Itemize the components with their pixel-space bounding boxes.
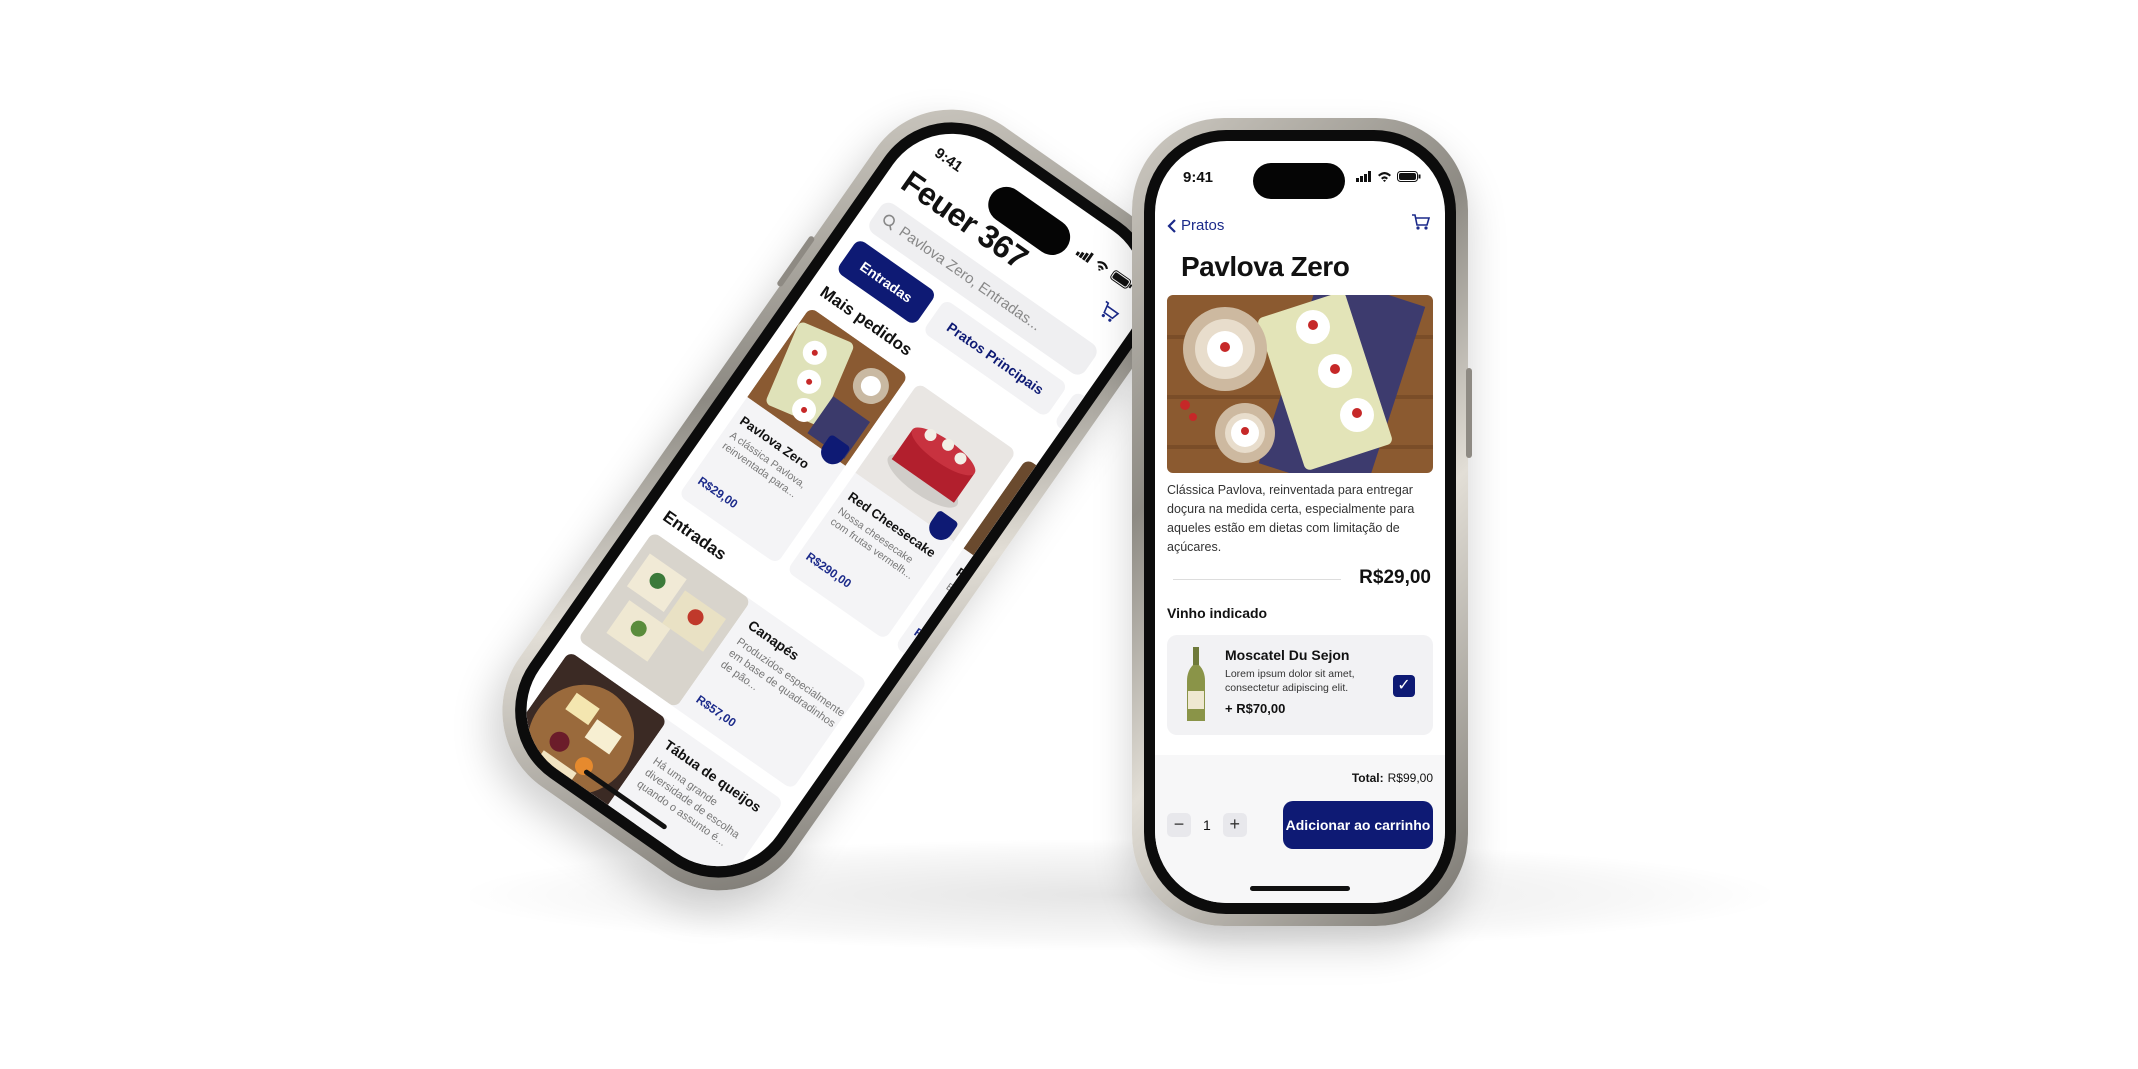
wine-suggestion-card[interactable]: Moscatel Du Sejon Lorem ipsum dolor sit … bbox=[1167, 635, 1433, 735]
wine-name: Moscatel Du Sejon bbox=[1225, 647, 1350, 663]
power-button bbox=[1466, 368, 1472, 458]
back-label: Pratos bbox=[1181, 217, 1225, 234]
increase-button[interactable]: + bbox=[1222, 813, 1247, 837]
checkout-bar: Total: R$99,00 − 1 + Adicionar ao carrinh… bbox=[1155, 755, 1445, 903]
dish-description: Clássica Pavlova, reinventada para entre… bbox=[1167, 483, 1415, 554]
phone-detail: 9:41 Pratos Pavlova Zero Clássica Pavlov… bbox=[1132, 118, 1472, 926]
cart-icon[interactable] bbox=[1096, 299, 1123, 325]
battery-icon bbox=[1397, 171, 1421, 182]
bookmark-icon[interactable] bbox=[1032, 585, 1068, 621]
phone-menu: 9:41 Feuer 367 Pavlova Zero, Entradas...… bbox=[466, 73, 1204, 927]
wine-price: + R$70,00 bbox=[1225, 701, 1286, 716]
phone-bezel: 9:41 Pratos Pavlova Zero Clássica Pavlov… bbox=[1144, 130, 1456, 914]
dynamic-island bbox=[1253, 163, 1345, 199]
dish-name: Pão e m bbox=[953, 564, 1003, 606]
total-label: Total: bbox=[1351, 771, 1384, 785]
signal-icon bbox=[1075, 251, 1094, 264]
detail-screen: 9:41 Pratos Pavlova Zero Clássica Pavlov… bbox=[1155, 141, 1445, 903]
wine-checkbox[interactable]: ✓ bbox=[1393, 675, 1415, 697]
home-indicator bbox=[1250, 886, 1350, 891]
add-to-cart-button[interactable]: Adicionar ao carrinho bbox=[1283, 801, 1433, 849]
battery-icon bbox=[1110, 270, 1133, 289]
cart-icon[interactable] bbox=[1411, 213, 1431, 231]
phone-bezel: 9:41 Feuer 367 Pavlova Zero, Entradas...… bbox=[482, 90, 1188, 910]
status-time: 9:41 bbox=[931, 144, 966, 176]
status-icons bbox=[1356, 171, 1421, 182]
back-button[interactable]: Pratos bbox=[1167, 217, 1224, 234]
checkmark-icon: ✓ bbox=[1397, 677, 1411, 694]
wine-description: Lorem ipsum dolor sit amet, consectetur … bbox=[1225, 668, 1355, 694]
dish-price: R$29,00 bbox=[695, 473, 741, 512]
order-total: Total: R$99,00 bbox=[1352, 771, 1433, 785]
quantity-value: 1 bbox=[1203, 817, 1211, 833]
dish-description: Existem muitas bbox=[943, 580, 1009, 632]
quantity-stepper: − 1 + bbox=[1167, 813, 1247, 837]
nav-bar: Pratos bbox=[1155, 211, 1445, 241]
chevron-left-icon bbox=[1167, 218, 1176, 233]
dish-price: R$57,00 bbox=[693, 692, 739, 730]
divider bbox=[1173, 579, 1341, 580]
status-time: 9:41 bbox=[1183, 169, 1214, 186]
wifi-icon bbox=[1378, 172, 1391, 182]
status-icons bbox=[1075, 245, 1135, 291]
dish-price: R$43,00 bbox=[911, 625, 957, 663]
wine-section-title: Vinho indicado bbox=[1167, 605, 1268, 621]
wifi-icon bbox=[1097, 261, 1109, 271]
price-row: R$29,00 bbox=[1173, 567, 1431, 597]
wine-bottle-image bbox=[1187, 647, 1205, 721]
dish-title: Pavlova Zero bbox=[1181, 251, 1350, 282]
menu-screen: 9:41 Feuer 367 Pavlova Zero, Entradas...… bbox=[498, 105, 1172, 895]
signal-icon bbox=[1356, 171, 1371, 182]
total-value: R$99,00 bbox=[1387, 771, 1433, 785]
dish-hero-image bbox=[1167, 295, 1433, 473]
dish-price: R$29,00 bbox=[1359, 567, 1431, 588]
decrease-button[interactable]: − bbox=[1167, 813, 1191, 837]
tab-sobremesas[interactable]: Sobr bbox=[1053, 390, 1133, 463]
dish-price: R$290,00 bbox=[803, 549, 855, 591]
